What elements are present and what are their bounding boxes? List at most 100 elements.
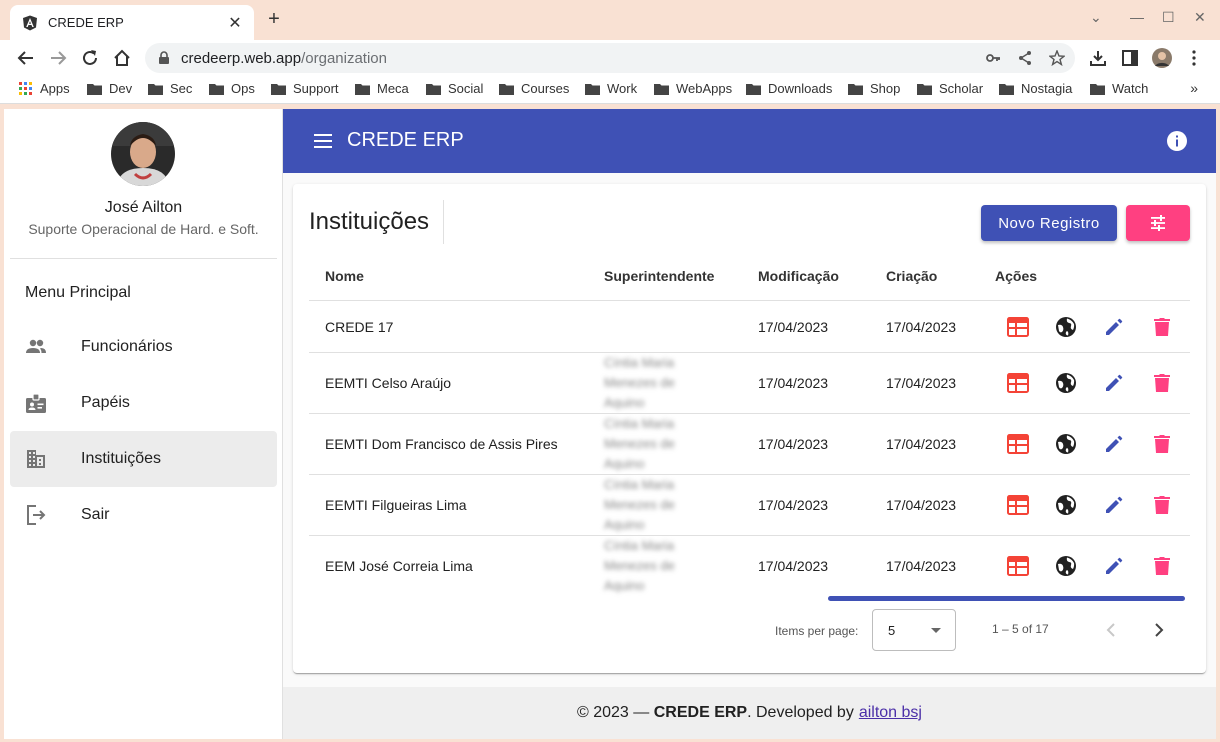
bookmark-folder[interactable]: Ops — [209, 81, 255, 96]
previous-page-icon[interactable] — [1099, 618, 1123, 642]
bookmark-folder[interactable]: Watch — [1090, 81, 1148, 96]
page-size-select[interactable]: 5 — [872, 609, 956, 651]
column-header[interactable]: Superintendente — [604, 268, 714, 284]
edit-icon[interactable] — [1102, 315, 1126, 339]
share-icon[interactable] — [1017, 50, 1033, 66]
maximize-icon[interactable]: ☐ — [1162, 9, 1175, 26]
cell-name: EEMTI Celso Araújo — [325, 375, 452, 391]
edit-icon[interactable] — [1102, 554, 1126, 578]
new-record-button[interactable]: Novo Registro — [981, 205, 1117, 241]
sidebar-item-papeis[interactable]: Papéis — [10, 375, 277, 431]
delete-icon[interactable] — [1150, 371, 1174, 395]
delete-icon[interactable] — [1150, 432, 1174, 456]
sidebar-item-label: Funcionários — [81, 338, 173, 355]
bookmark-label: Meca — [377, 81, 409, 96]
edit-icon[interactable] — [1102, 432, 1126, 456]
sidebar-item-label: Papéis — [81, 394, 130, 411]
hamburger-menu-icon[interactable] — [311, 129, 335, 153]
filter-button[interactable] — [1126, 205, 1190, 241]
address-bar[interactable]: credeerp.web.app/organization — [145, 43, 1075, 73]
bookmark-folder[interactable]: Scholar — [917, 81, 983, 96]
table-row[interactable]: EEM José Correia Lima Cíntia Maria Menez… — [309, 535, 1190, 596]
info-icon[interactable] — [1166, 130, 1188, 152]
reload-icon[interactable] — [78, 46, 102, 70]
app-title: CREDE ERP — [347, 129, 464, 151]
bookmark-folder[interactable]: Courses — [499, 81, 569, 96]
bookmark-folder[interactable]: Social — [426, 81, 483, 96]
bookmark-folder[interactable]: Dev — [87, 81, 132, 96]
bookmark-apps[interactable]: Apps — [19, 81, 70, 96]
table-view-icon[interactable] — [1006, 371, 1030, 395]
next-page-icon[interactable] — [1147, 618, 1171, 642]
bookmark-folder[interactable]: Sec — [148, 81, 192, 96]
close-window-icon[interactable]: ✕ — [1194, 9, 1206, 26]
home-icon[interactable] — [110, 46, 134, 70]
key-icon[interactable] — [985, 50, 1001, 66]
folder-icon — [271, 83, 286, 95]
browser-tab[interactable]: CREDE ERP ✕ — [10, 5, 254, 40]
more-menu-icon[interactable] — [1183, 47, 1205, 69]
footer-brand: CREDE ERP — [653, 704, 748, 721]
bookmark-label: Apps — [40, 81, 70, 96]
bookmark-folder[interactable]: Meca — [355, 81, 409, 96]
globe-icon[interactable] — [1054, 493, 1078, 517]
edit-icon[interactable] — [1102, 371, 1126, 395]
tab-search-icon[interactable]: ⌄ — [1090, 9, 1102, 26]
table-view-icon[interactable] — [1006, 432, 1030, 456]
download-icon[interactable] — [1087, 47, 1109, 69]
delete-icon[interactable] — [1150, 493, 1174, 517]
bookmark-folder[interactable]: Support — [271, 81, 339, 96]
bookmark-label: Ops — [231, 81, 255, 96]
minimize-icon[interactable]: — — [1130, 9, 1144, 25]
column-header: Ações — [995, 268, 1038, 284]
table-view-icon[interactable] — [1006, 493, 1030, 517]
delete-icon[interactable] — [1150, 315, 1174, 339]
new-tab-icon[interactable]: + — [264, 8, 284, 31]
forward-icon[interactable] — [46, 46, 70, 70]
sidepanel-icon[interactable] — [1119, 47, 1141, 69]
sidebar-item-sair[interactable]: Sair — [10, 487, 277, 543]
bookmark-folder[interactable]: WebApps — [654, 81, 732, 96]
globe-icon[interactable] — [1054, 432, 1078, 456]
column-header[interactable]: Criação — [886, 268, 937, 284]
back-icon[interactable] — [14, 46, 38, 70]
bookmark-folder[interactable]: Downloads — [746, 81, 832, 96]
bookmark-folder[interactable]: Nostagia — [999, 81, 1072, 96]
angular-icon — [23, 15, 37, 30]
sidebar-item-instituicoes[interactable]: Instituições — [10, 431, 277, 487]
bookmark-folder[interactable]: Shop — [848, 81, 900, 96]
bookmark-star-icon[interactable] — [1049, 50, 1065, 66]
table-row[interactable]: EEMTI Dom Francisco de Assis Pires Cínti… — [309, 413, 1190, 474]
cell-created: 17/04/2023 — [886, 319, 957, 335]
avatar — [111, 122, 175, 186]
profile-avatar-icon[interactable] — [1151, 47, 1173, 69]
close-tab-icon[interactable]: ✕ — [226, 13, 244, 33]
table-view-icon[interactable] — [1006, 315, 1030, 339]
table-row[interactable]: EEMTI Celso Araújo Cíntia Maria Menezes … — [309, 352, 1190, 413]
globe-icon[interactable] — [1054, 315, 1078, 339]
column-header[interactable]: Nome — [325, 268, 364, 284]
tune-icon — [1151, 215, 1165, 231]
bookmark-label: Dev — [109, 81, 133, 96]
horizontal-scrollbar[interactable] — [828, 596, 1185, 601]
user-name: José Ailton — [104, 199, 183, 216]
sidebar-item-funcionarios[interactable]: Funcionários — [10, 319, 277, 375]
folder-icon — [654, 83, 669, 95]
globe-icon[interactable] — [1054, 371, 1078, 395]
folder-icon — [499, 83, 514, 95]
apps-grid-icon — [19, 81, 32, 95]
cell-name: CREDE 17 — [325, 319, 394, 335]
cell-superintendent: Cíntia Maria Menezes de Aquino — [604, 416, 675, 471]
bookmark-label: Shop — [870, 81, 901, 96]
footer-author-link[interactable]: ailton bsj — [859, 704, 922, 722]
edit-icon[interactable] — [1102, 493, 1126, 517]
bookmarks-overflow-icon[interactable]: » — [1190, 80, 1198, 96]
table-row[interactable]: EEMTI Filgueiras Lima Cíntia Maria Menez… — [309, 474, 1190, 535]
lock-icon[interactable] — [157, 51, 171, 65]
table-view-icon[interactable] — [1006, 554, 1030, 578]
globe-icon[interactable] — [1054, 554, 1078, 578]
table-row[interactable]: CREDE 17 17/04/2023 17/04/2023 — [309, 300, 1190, 352]
column-header[interactable]: Modificação — [758, 268, 839, 284]
bookmark-folder[interactable]: Work — [585, 81, 637, 96]
delete-icon[interactable] — [1150, 554, 1174, 578]
